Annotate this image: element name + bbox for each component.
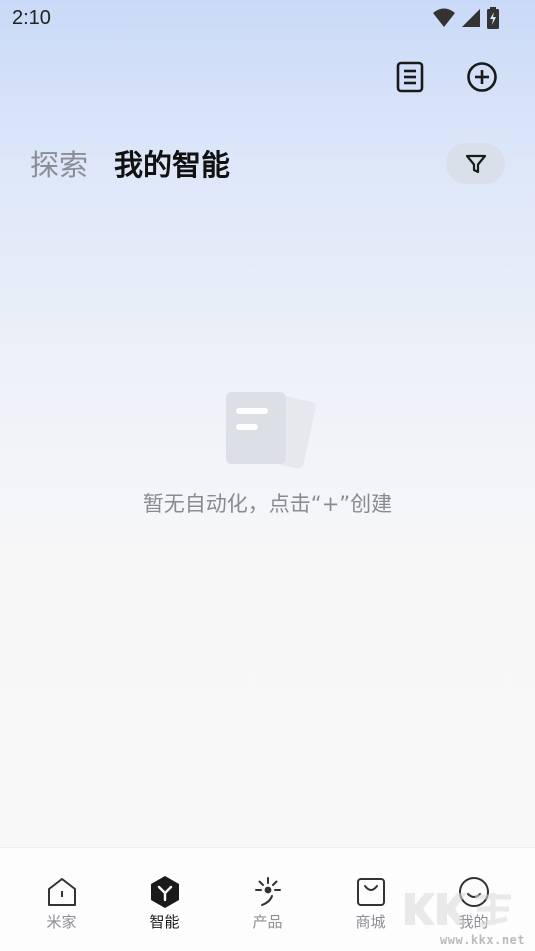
empty-document-icon	[225, 392, 316, 469]
nav-label-smart: 智能	[149, 913, 180, 931]
kkx-logo-watermark	[405, 893, 511, 928]
nav-item-home[interactable]: 米家	[27, 848, 97, 951]
watermark: www.kkx.net	[397, 889, 525, 947]
plus-circle-icon	[467, 62, 497, 92]
empty-message: 暂无自动化，点击“+”创建	[142, 492, 393, 516]
empty-state: 暂无自动化，点击“+”创建	[0, 390, 535, 518]
tab-bar: 探索 我的智能	[30, 142, 230, 184]
smart-hexagon-icon	[150, 876, 179, 908]
nav-label-mall: 商城	[355, 913, 386, 931]
home-icon	[47, 878, 76, 906]
watermark-text: www.kkx.net	[440, 933, 525, 947]
wifi-icon	[433, 8, 455, 27]
shopping-bag-icon	[356, 878, 385, 906]
filter-button[interactable]	[446, 143, 505, 184]
nav-item-smart[interactable]: 智能	[130, 848, 200, 951]
filter-icon	[465, 154, 486, 173]
tab-explore[interactable]: 探索	[30, 142, 88, 184]
status-icons	[433, 7, 499, 29]
status-time: 2:10	[12, 7, 51, 29]
tab-my-smart[interactable]: 我的智能	[114, 142, 230, 184]
nav-label-products: 产品	[252, 913, 283, 931]
document-list-icon	[396, 61, 424, 93]
cellular-signal-icon	[462, 9, 480, 27]
top-actions	[394, 58, 498, 96]
spark-icon	[254, 877, 281, 906]
nav-item-products[interactable]: 产品	[233, 848, 303, 951]
status-bar: 2:10	[0, 0, 535, 36]
nav-label-home: 米家	[46, 913, 77, 931]
battery-charging-icon	[487, 7, 499, 29]
nav-item-mall[interactable]: 商城	[336, 848, 406, 951]
log-button[interactable]	[394, 58, 426, 96]
add-automation-button[interactable]	[466, 58, 498, 96]
